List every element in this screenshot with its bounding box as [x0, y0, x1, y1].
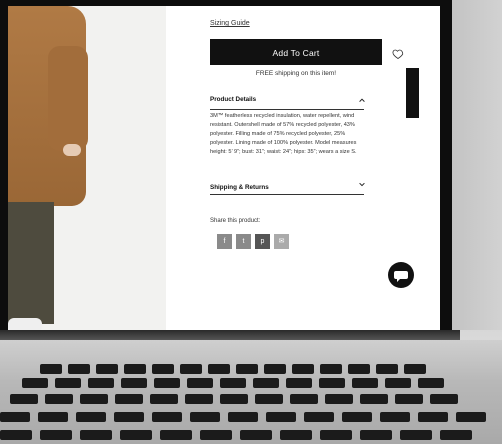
- keyboard-key: [236, 364, 258, 374]
- keyboard-key: [360, 430, 392, 440]
- keyboard-key: [348, 364, 370, 374]
- model-pants: [8, 202, 54, 324]
- keyboard-key: [220, 378, 246, 388]
- keyboard-key: [187, 378, 213, 388]
- keyboard-key: [395, 394, 423, 404]
- keyboard-key: [418, 412, 448, 422]
- chevron-up-icon[interactable]: [358, 96, 366, 104]
- chat-bubble-glyph: [394, 271, 408, 282]
- keyboard-key: [456, 412, 486, 422]
- laptop-lid: Sizing Guide Add To Cart FREE shipping o…: [0, 0, 452, 356]
- keyboard-key: [124, 364, 146, 374]
- keyboard-key: [115, 394, 143, 404]
- keyboard-key: [150, 394, 178, 404]
- add-to-cart-button[interactable]: Add To Cart: [210, 39, 382, 65]
- accordion-product-details[interactable]: Product Details: [210, 96, 256, 103]
- keyboard-key: [55, 378, 81, 388]
- keyboard-key: [120, 430, 152, 440]
- feedback-tab[interactable]: Feedback: [398, 68, 419, 118]
- keyboard-key: [380, 412, 410, 422]
- keyboard-key: [320, 364, 342, 374]
- chevron-down-icon[interactable]: [358, 180, 366, 188]
- model-sleeve: [48, 46, 88, 151]
- keyboard-key: [360, 394, 388, 404]
- product-photo: [8, 6, 166, 346]
- product-description: 3M™ featherless recycled insulation, wat…: [210, 113, 357, 156]
- keyboard-key: [38, 412, 68, 422]
- keyboard-key: [352, 378, 378, 388]
- keyboard-key: [10, 394, 38, 404]
- keyboard-key: [76, 412, 106, 422]
- keyboard-key: [319, 378, 345, 388]
- keyboard-key: [253, 378, 279, 388]
- keyboard-key: [290, 394, 318, 404]
- keyboard-key: [208, 364, 230, 374]
- model-hand: [63, 144, 81, 156]
- accordion-shipping-returns[interactable]: Shipping & Returns: [210, 184, 269, 191]
- keyboard-key: [88, 378, 114, 388]
- product-detail-panel: Sizing Guide Add To Cart FREE shipping o…: [208, 6, 404, 346]
- keyboard-key: [342, 412, 372, 422]
- keyboard-key: [96, 364, 118, 374]
- keyboard-key: [400, 430, 432, 440]
- twitter-icon[interactable]: t: [236, 234, 251, 249]
- keyboard-key: [40, 364, 62, 374]
- keyboard-key: [280, 430, 312, 440]
- keyboard-key: [440, 430, 472, 440]
- keyboard-key: [22, 378, 48, 388]
- facebook-icon[interactable]: f: [217, 234, 232, 249]
- keyboard-key: [228, 412, 258, 422]
- keyboard-key: [200, 430, 232, 440]
- share-label: Share this product:: [210, 218, 261, 224]
- free-shipping-note: FREE shipping on this item!: [255, 70, 337, 77]
- keyboard-key: [430, 394, 458, 404]
- keyboard-key: [0, 412, 30, 422]
- keyboard-key: [45, 394, 73, 404]
- keyboard-key: [220, 394, 248, 404]
- keyboard-key: [121, 378, 147, 388]
- keyboard-key: [152, 412, 182, 422]
- chat-icon[interactable]: [388, 262, 414, 288]
- keyboard-key: [286, 378, 312, 388]
- keyboard-key: [68, 364, 90, 374]
- keyboard-key: [0, 430, 32, 440]
- divider: [210, 109, 364, 110]
- keyboard-key: [325, 394, 353, 404]
- pinterest-icon[interactable]: p: [255, 234, 270, 249]
- keyboard-key: [190, 412, 220, 422]
- keyboard-key: [320, 430, 352, 440]
- keyboard-key: [240, 430, 272, 440]
- heart-icon[interactable]: [392, 48, 404, 60]
- keyboard-key: [255, 394, 283, 404]
- keyboard-key: [264, 364, 286, 374]
- keyboard-key: [180, 364, 202, 374]
- divider: [210, 194, 364, 195]
- laptop-screen: Sizing Guide Add To Cart FREE shipping o…: [8, 6, 440, 346]
- keyboard-key: [160, 430, 192, 440]
- keyboard-key: [185, 394, 213, 404]
- keyboard-key: [80, 430, 112, 440]
- keyboard-key: [418, 378, 444, 388]
- sizing-guide-link[interactable]: Sizing Guide: [210, 20, 250, 27]
- feedback-tab-label: Feedback: [397, 80, 404, 102]
- keyboard-key: [376, 364, 398, 374]
- keyboard-key: [304, 412, 334, 422]
- keyboard-key: [266, 412, 296, 422]
- keyboard-key: [40, 430, 72, 440]
- keyboard-key: [154, 378, 180, 388]
- keyboard-key: [152, 364, 174, 374]
- keyboard-key: [404, 364, 426, 374]
- keyboard-key: [80, 394, 108, 404]
- keyboard-key: [385, 378, 411, 388]
- keyboard-key: [292, 364, 314, 374]
- keyboard-key: [114, 412, 144, 422]
- keyboard: [0, 360, 502, 444]
- email-icon[interactable]: ✉: [274, 234, 289, 249]
